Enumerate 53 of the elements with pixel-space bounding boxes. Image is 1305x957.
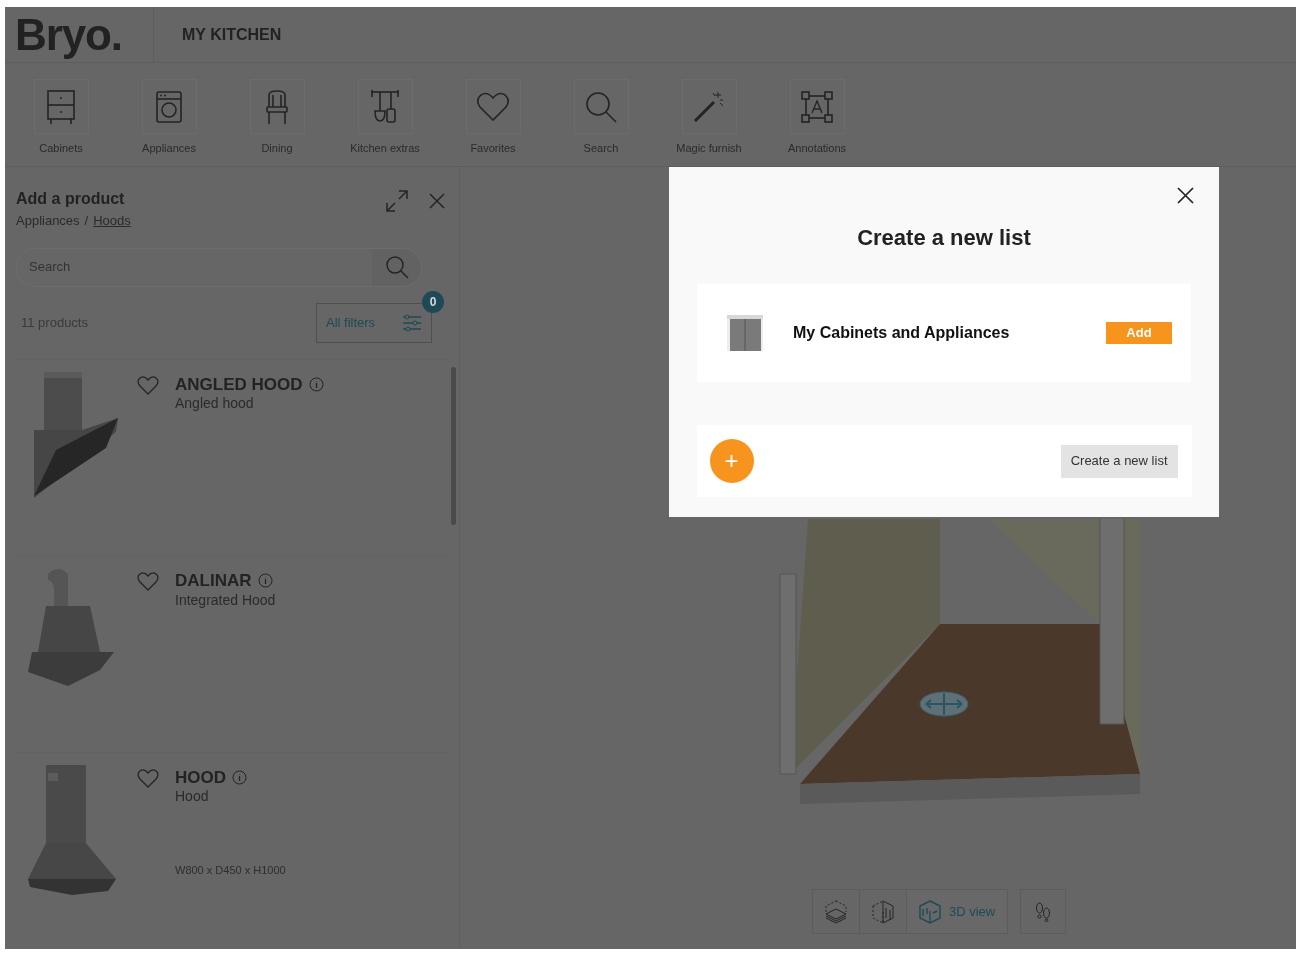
toolbar-button[interactable]: Favorites: [439, 79, 547, 157]
chair-icon: [264, 88, 290, 125]
toolbar-button[interactable]: Search: [547, 79, 655, 157]
toolbar-button[interactable]: Appliances: [115, 79, 223, 157]
info-icon[interactable]: [257, 573, 273, 589]
product-description: Angled hood: [175, 394, 255, 413]
annotation-icon: [800, 89, 834, 124]
panel-title: Add a product: [16, 189, 126, 209]
heart-icon[interactable]: [137, 375, 159, 396]
washing-machine-icon: [155, 89, 183, 124]
product-description: Integrated Hood: [175, 591, 277, 610]
toolbar-button[interactable]: Magic furnish: [655, 79, 763, 157]
create-list-button[interactable]: Create a new list: [1060, 444, 1178, 478]
wall-cube-icon: [872, 899, 894, 924]
heart-icon[interactable]: [137, 769, 159, 790]
toolbar-button[interactable]: Cabinets: [7, 79, 115, 157]
hanging-utensils-icon: [369, 88, 401, 125]
walk-mode-button[interactable]: [1020, 889, 1067, 934]
filter-count-badge: 0: [422, 290, 444, 313]
move-handle-icon[interactable]: [918, 690, 970, 718]
floor-plan-cube-icon: [825, 899, 847, 924]
toolbar-button[interactable]: Kitchen extras: [331, 79, 439, 157]
product-name: ANGLED HOOD: [175, 373, 303, 395]
add-list-button[interactable]: +: [709, 439, 754, 483]
heart-icon[interactable]: [137, 572, 159, 593]
search-icon[interactable]: [384, 255, 409, 279]
toolbar-button[interactable]: Annotations: [763, 79, 871, 157]
expand-icon[interactable]: [385, 189, 409, 213]
breadcrumb-link[interactable]: Hoods: [93, 211, 131, 231]
heart-icon: [476, 91, 510, 122]
breadcrumb-item: Appliances: [16, 212, 80, 230]
search-icon: [584, 89, 618, 124]
footprints-icon: [1035, 901, 1052, 922]
product-name: DALINAR: [175, 570, 252, 592]
product-card[interactable]: ANGLED HOOD Angled hood: [16, 358, 451, 556]
breadcrumb-separator: /: [84, 212, 89, 230]
list-card[interactable]: My Cabinets and Appliances Add: [697, 284, 1191, 382]
project-title: MY KITCHEN: [182, 24, 282, 45]
product-card[interactable]: DALINAR Integrated Hood: [16, 555, 451, 753]
magic-wand-icon: [692, 89, 726, 124]
close-icon[interactable]: [1177, 187, 1194, 204]
product-description: Hood: [175, 788, 210, 806]
info-icon[interactable]: [232, 770, 247, 786]
logo: Bryo.: [15, 12, 122, 57]
dialog-title: Create a new list: [857, 224, 1031, 252]
toolbar-button[interactable]: Dining: [223, 79, 331, 157]
room-cube-icon: [919, 899, 941, 924]
product-name: HOOD: [175, 767, 226, 789]
cabinet-icon: [46, 88, 76, 125]
list-name: My Cabinets and Appliances: [793, 323, 1011, 343]
info-icon[interactable]: [308, 376, 324, 392]
sliders-icon: [402, 313, 422, 332]
add-button[interactable]: Add: [1106, 322, 1172, 344]
